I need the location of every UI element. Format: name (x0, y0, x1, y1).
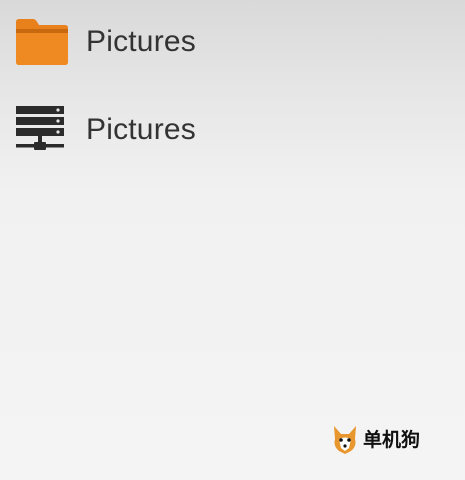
folder-icon (14, 16, 70, 68)
watermark: 单机狗 (330, 424, 440, 456)
watermark-text: 单机狗 (363, 429, 421, 451)
network-server-icon (14, 104, 70, 156)
list-item-network-pictures[interactable]: Pictures (0, 88, 465, 176)
list-item-local-pictures[interactable]: Pictures (0, 0, 465, 88)
item-label: Pictures (86, 113, 196, 146)
dog-logo-icon (330, 424, 360, 456)
item-label: Pictures (86, 25, 196, 58)
file-list: Pictures Pictures (0, 0, 465, 176)
